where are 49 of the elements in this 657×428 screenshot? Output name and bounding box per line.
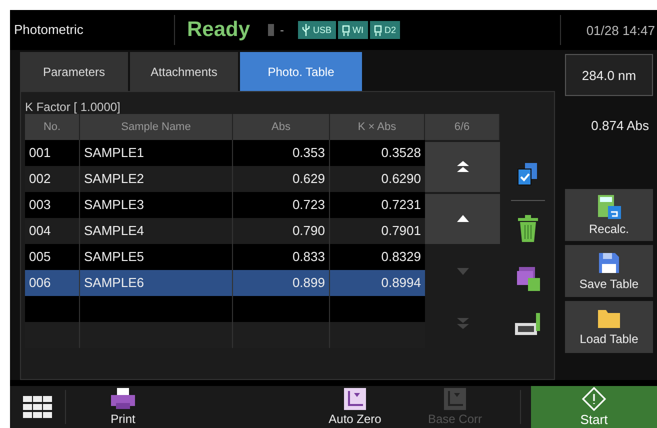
- k-factor-label: K Factor [ 1.0000]: [25, 100, 122, 114]
- k-abs-cell-text: 0.3528: [380, 144, 422, 162]
- print-button[interactable]: Print: [88, 386, 158, 428]
- column-header: K × Abs: [330, 114, 425, 140]
- table-row[interactable]: 001 SAMPLE1 0.353 0.3528: [25, 140, 425, 166]
- device-badge: USB: [298, 21, 336, 39]
- k-abs-cell-text: 0.6290: [380, 170, 422, 188]
- lamp-indicator-icon: [268, 24, 274, 36]
- status-text: Ready: [187, 18, 250, 42]
- calculator-icon: [596, 194, 622, 218]
- column-header: No.: [25, 114, 80, 140]
- table-row[interactable]: 003 SAMPLE3 0.723 0.7231: [25, 192, 425, 218]
- lamp-status-text: -: [280, 23, 284, 37]
- start-button[interactable]: Start: [531, 386, 657, 428]
- wavelength-display[interactable]: 284.0 nm: [565, 54, 653, 96]
- baseline-icon: [344, 388, 366, 410]
- column-header: Abs: [233, 114, 330, 140]
- device-badge: D2: [370, 21, 400, 39]
- load-table-button[interactable]: Load Table: [565, 301, 653, 353]
- date-time: 01/28 14:47: [585, 22, 656, 38]
- folder-icon: [597, 308, 621, 328]
- screen-title: Photometric: [10, 15, 175, 45]
- save-table-button[interactable]: Save Table: [565, 245, 653, 297]
- usb-icon: [302, 24, 310, 36]
- lamp-icon: [374, 24, 382, 36]
- tab[interactable]: Attachments: [130, 52, 238, 91]
- start-icon: [582, 387, 606, 411]
- column-header: Sample Name: [80, 114, 233, 140]
- table-trash-icon[interactable]: [515, 264, 541, 291]
- tab[interactable]: Photo. Table: [240, 52, 362, 91]
- auto-zero-button[interactable]: Auto Zero: [320, 386, 390, 428]
- recalc-button[interactable]: Recalc.: [565, 189, 653, 241]
- absorbance-reading: 0.874 Abs: [591, 118, 650, 133]
- printer-icon: [110, 388, 136, 410]
- page-indicator: 6/6: [425, 114, 500, 140]
- k-abs-cell-text: 0.8329: [380, 248, 422, 266]
- double-arrow-icon: [456, 160, 470, 174]
- double-arrow-icon: [456, 316, 470, 330]
- menu-icon: [22, 396, 52, 418]
- k-abs-cell-text: 0.7901: [380, 222, 422, 240]
- device-badge: WI: [338, 21, 368, 39]
- lamp-icon: [342, 24, 350, 36]
- table-row[interactable]: 005 SAMPLE5 0.833 0.8329: [25, 244, 425, 270]
- tab[interactable]: Parameters: [20, 52, 128, 91]
- k-abs-cell-text: 0.8994: [380, 274, 422, 292]
- trash-icon[interactable]: [516, 214, 540, 243]
- label-edit-icon[interactable]: [514, 312, 542, 336]
- k-abs-cell-text: 0.7231: [380, 196, 422, 214]
- table-row[interactable]: 006 SAMPLE6 0.899 0.8994: [25, 270, 425, 296]
